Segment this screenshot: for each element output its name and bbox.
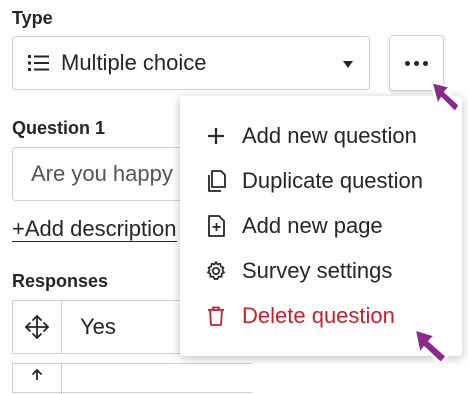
responses-label: Responses	[12, 271, 109, 291]
more-horizontal-icon	[403, 60, 430, 66]
menu-item-add-new-question[interactable]: Add new question	[180, 115, 462, 157]
question-options-menu: Add new question Duplicate question Add …	[180, 96, 462, 356]
chevron-down-icon	[343, 61, 353, 68]
menu-item-label: Duplicate question	[242, 168, 424, 193]
drag-handle-icon[interactable]	[13, 364, 62, 394]
add-description-plus: +	[12, 216, 25, 242]
response-row	[12, 363, 252, 394]
list-icon	[27, 51, 51, 75]
menu-item-duplicate-question[interactable]: Duplicate question	[180, 160, 462, 202]
plus-icon	[204, 124, 228, 148]
response-text[interactable]: Yes	[62, 301, 116, 353]
more-options-button[interactable]	[389, 35, 444, 91]
drag-handle-icon[interactable]	[13, 301, 62, 353]
add-description-label: Add description	[24, 216, 177, 242]
add-description-link[interactable]: +Add description	[12, 216, 177, 242]
type-select-value: Multiple choice	[61, 50, 207, 75]
menu-item-delete-question[interactable]: Delete question	[180, 295, 462, 337]
menu-item-label: Add new page	[242, 213, 383, 238]
menu-item-label: Survey settings	[242, 258, 393, 283]
type-select[interactable]: Multiple choice	[12, 36, 370, 90]
type-label: Type	[12, 8, 53, 28]
add-page-icon	[204, 214, 228, 238]
menu-item-label: Add new question	[242, 123, 417, 148]
question-label: Question 1	[12, 118, 106, 138]
menu-item-survey-settings[interactable]: Survey settings	[180, 250, 462, 292]
menu-item-label: Delete question	[242, 303, 395, 328]
gear-icon	[204, 259, 228, 283]
trash-icon	[204, 304, 228, 328]
menu-item-add-new-page[interactable]: Add new page	[180, 205, 462, 247]
duplicate-icon	[204, 169, 228, 193]
